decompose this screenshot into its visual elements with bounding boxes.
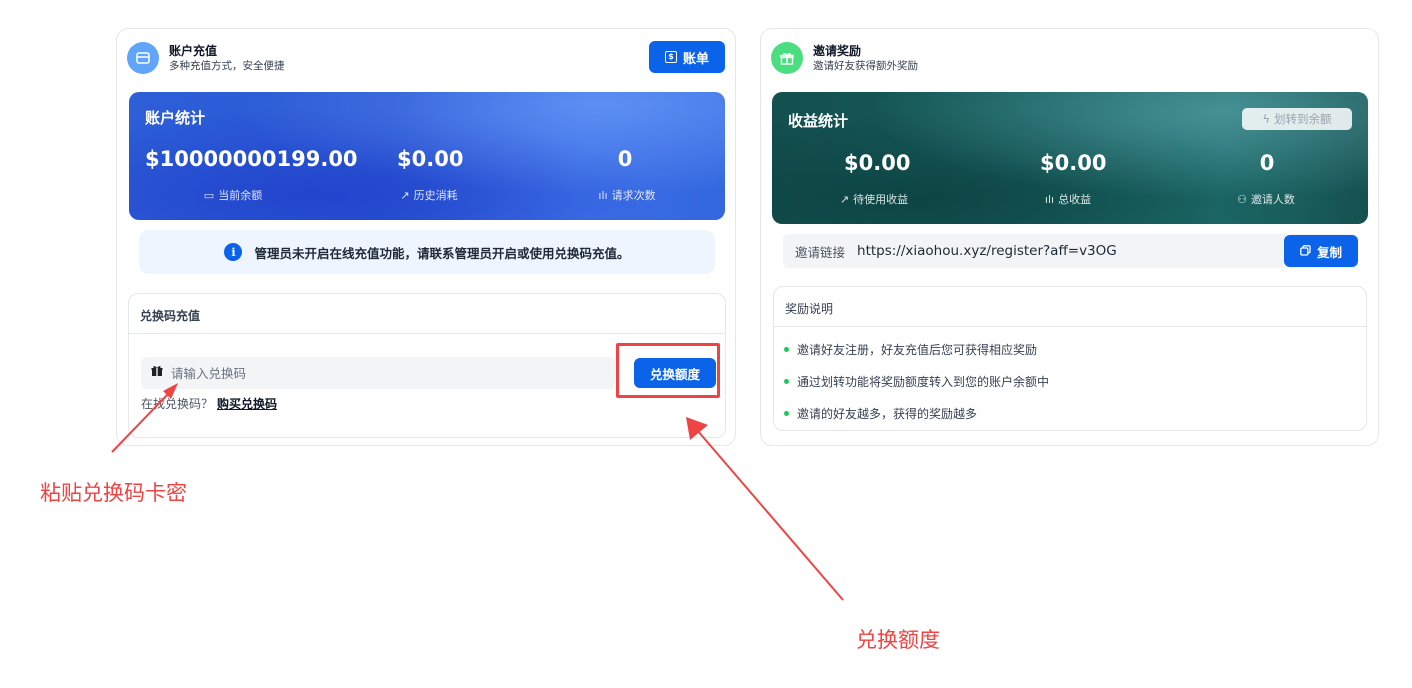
rule-text: 邀请好友注册，好友充值后您可获得相应奖励 bbox=[797, 343, 1038, 357]
earnings-stats-panel: 收益统计 ϟ 划转到余额 $0.00 ↗ 待使用收益 $0.00 ılı 总收益… bbox=[772, 92, 1368, 224]
gift-icon bbox=[771, 42, 803, 74]
buy-code-link[interactable]: 购买兑换码 bbox=[217, 397, 277, 411]
bill-button[interactable]: $ 账单 bbox=[649, 41, 725, 73]
info-icon: i bbox=[224, 243, 243, 261]
redeem-button-highlight bbox=[616, 343, 720, 398]
consumed-label-text: 历史消耗 bbox=[413, 189, 458, 202]
invite-link-url[interactable]: https://xiaohou.xyz/register?aff=v3OG bbox=[857, 243, 1117, 259]
redeem-title: 兑换码充值 bbox=[129, 294, 725, 334]
balance-value: $10000000199.00 bbox=[145, 147, 358, 171]
invited-count-value: 0 bbox=[1259, 151, 1275, 175]
total-earnings-label: ılı 总收益 bbox=[998, 191, 1138, 207]
buy-code-line: 在找兑换码？ 购买兑换码 bbox=[141, 395, 277, 412]
rules-title: 奖励说明 bbox=[774, 287, 1366, 327]
rule-item: 邀请的好友越多，获得的奖励越多 bbox=[784, 405, 977, 422]
requests-value: 0 bbox=[617, 147, 633, 171]
notice-text: 管理员未开启在线充值功能，请联系管理员开启或使用兑换码充值。 bbox=[254, 245, 630, 261]
rule-item: 邀请好友注册，好友充值后您可获得相应奖励 bbox=[784, 341, 1037, 358]
rule-item: 通过划转功能将奖励额度转入到您的账户余额中 bbox=[784, 373, 1049, 390]
recharge-title: 账户充值 bbox=[169, 43, 218, 58]
wallet-icon bbox=[127, 42, 159, 74]
rule-text: 邀请的好友越多，获得的奖励越多 bbox=[797, 407, 978, 421]
requests-label-text: 请求次数 bbox=[611, 189, 656, 202]
lightning-icon: ϟ bbox=[1262, 112, 1271, 126]
consumed-value: $0.00 bbox=[397, 147, 464, 171]
wallet-icon: ▭ bbox=[203, 188, 215, 202]
bullet-dot bbox=[784, 347, 789, 352]
account-stats-title: 账户统计 bbox=[145, 109, 206, 127]
transfer-button-label: 划转到余额 bbox=[1274, 112, 1332, 126]
balance-label: ▭ 当前余额 bbox=[163, 187, 303, 203]
pending-earnings-value: $0.00 bbox=[844, 151, 911, 175]
requests-label: ılı 请求次数 bbox=[557, 187, 697, 203]
bar-chart-icon: ılı bbox=[598, 188, 608, 202]
copy-button-label: 复制 bbox=[1316, 244, 1342, 260]
invite-card: 邀请奖励 邀请好友获得额外奖励 收益统计 ϟ 划转到余额 $0.00 ↗ 待使用… bbox=[760, 28, 1379, 446]
account-stats-panel: 账户统计 $10000000199.00 ▭ 当前余额 $0.00 ↗ 历史消耗… bbox=[129, 92, 725, 220]
recharge-notice: i 管理员未开启在线充值功能，请联系管理员开启或使用兑换码充值。 bbox=[139, 230, 715, 274]
invite-title: 邀请奖励 bbox=[813, 43, 862, 58]
bullet-dot bbox=[784, 411, 789, 416]
invite-link-row: 邀请链接 https://xiaohou.xyz/register?aff=v3… bbox=[783, 234, 1358, 268]
rules-card: 奖励说明 邀请好友注册，好友充值后您可获得相应奖励 通过划转功能将奖励额度转入到… bbox=[773, 286, 1367, 431]
users-icon: ⚇ bbox=[1237, 192, 1247, 206]
bullet-dot bbox=[784, 379, 789, 384]
redeem-input-wrapper[interactable] bbox=[141, 357, 615, 389]
invited-label-text: 邀请人数 bbox=[1250, 193, 1295, 206]
earnings-stats-title: 收益统计 bbox=[788, 112, 849, 130]
bill-button-label: 账单 bbox=[682, 51, 709, 67]
recharge-subtitle: 多种充值方式，安全便捷 bbox=[169, 59, 285, 72]
balance-label-text: 当前余额 bbox=[218, 189, 263, 202]
gift-icon bbox=[151, 365, 163, 381]
pending-earnings-label: ↗ 待使用收益 bbox=[804, 191, 944, 207]
invite-subtitle: 邀请好友获得额外奖励 bbox=[813, 59, 918, 72]
rule-text: 通过划转功能将奖励额度转入到您的账户余额中 bbox=[797, 375, 1050, 389]
consumed-label: ↗ 历史消耗 bbox=[359, 187, 499, 203]
recharge-header: 账户充值 多种充值方式，安全便捷 bbox=[127, 41, 285, 75]
copy-link-button[interactable]: 复制 bbox=[1284, 235, 1358, 267]
trend-up-icon: ↗ bbox=[400, 188, 410, 202]
total-label-text: 总收益 bbox=[1058, 193, 1092, 206]
bar-chart-icon: ılı bbox=[1044, 192, 1055, 206]
invite-header: 邀请奖励 邀请好友获得额外奖励 bbox=[771, 41, 918, 75]
invite-link-label: 邀请链接 bbox=[795, 244, 846, 260]
pending-label-text: 待使用收益 bbox=[853, 193, 909, 206]
trend-up-icon: ↗ bbox=[839, 192, 850, 206]
annotation-paste-code: 粘贴兑换码卡密 bbox=[40, 481, 187, 505]
receipt-icon: $ bbox=[664, 51, 677, 63]
annotation-redeem-quota: 兑换额度 bbox=[856, 628, 940, 652]
redeem-code-input[interactable] bbox=[171, 365, 571, 381]
total-earnings-value: $0.00 bbox=[1040, 151, 1107, 175]
transfer-to-balance-button[interactable]: ϟ 划转到余额 bbox=[1242, 108, 1352, 130]
copy-icon bbox=[1300, 244, 1311, 259]
invited-count-label: ⚇ 邀请人数 bbox=[1196, 191, 1336, 207]
no-code-text: 在找兑换码？ bbox=[141, 397, 214, 411]
